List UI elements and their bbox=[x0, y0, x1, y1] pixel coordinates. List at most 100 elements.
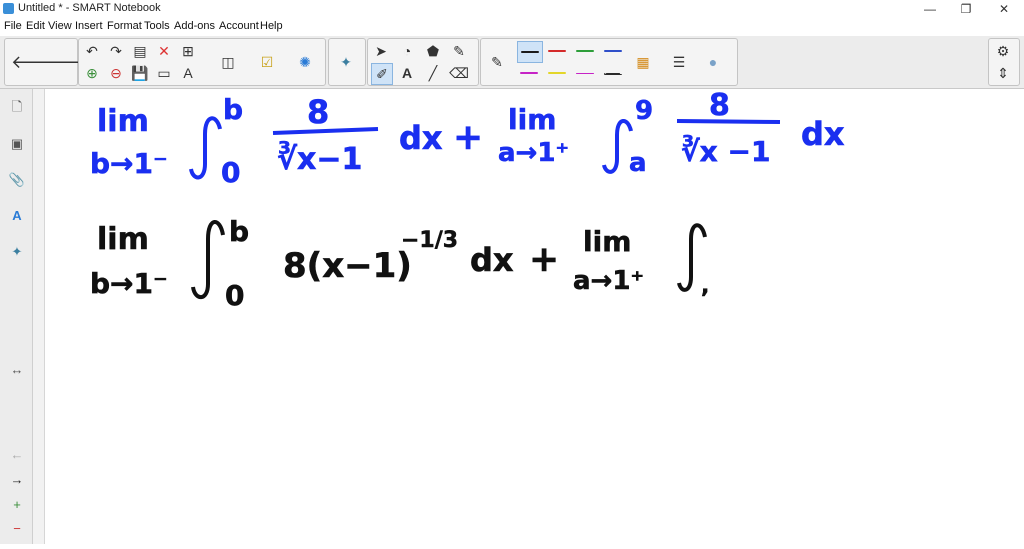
line1-denominator-1: ∛x−1 bbox=[277, 141, 362, 177]
line2-lim-1: lim bbox=[97, 222, 149, 257]
add-page-icon[interactable]: + bbox=[7, 495, 27, 515]
line1-int-upper-2: 9 bbox=[635, 96, 653, 126]
pen-properties-group: ✎ ▦ ☰ ● bbox=[480, 38, 738, 86]
menu-bar: File Edit View Insert Format Tools Add-o… bbox=[0, 18, 1024, 35]
pen-yellow-swatch bbox=[548, 72, 566, 74]
puzzle-icon[interactable]: ✦ bbox=[336, 52, 356, 72]
pen-black[interactable] bbox=[517, 41, 543, 63]
line1-int-lower-1: 0 bbox=[221, 156, 240, 189]
delete-page-icon[interactable]: − bbox=[7, 519, 27, 539]
pen-magenta[interactable] bbox=[517, 63, 541, 83]
line1-integral-2 bbox=[602, 119, 633, 174]
save-icon[interactable]: 💾 bbox=[130, 63, 150, 83]
line1-sub-1: b→1⁻ bbox=[90, 147, 168, 180]
pen-black-swatch bbox=[521, 51, 539, 53]
line2-plus: + bbox=[529, 239, 559, 280]
gallery-icon[interactable]: ▣ bbox=[7, 134, 27, 154]
pen-blue[interactable] bbox=[601, 41, 625, 61]
table-icon[interactable]: ⊞ bbox=[178, 41, 198, 61]
menu-account[interactable]: Account bbox=[219, 20, 259, 32]
next-page-button[interactable]: 🡒 bbox=[47, 52, 95, 72]
menu-insert[interactable]: Insert bbox=[75, 20, 103, 32]
menu-view[interactable]: View bbox=[48, 20, 72, 32]
menu-edit[interactable]: Edit bbox=[26, 20, 45, 32]
pen-green[interactable] bbox=[573, 41, 597, 61]
pen-type-icon[interactable]: ✎ bbox=[487, 52, 507, 72]
resize-sidebar-icon[interactable]: ↔ bbox=[7, 360, 27, 380]
pens-icon[interactable]: ✐ bbox=[371, 63, 393, 85]
eraser-icon[interactable]: ⌫ bbox=[449, 63, 469, 83]
menu-help[interactable]: Help bbox=[260, 20, 283, 32]
text-tool-icon[interactable]: A bbox=[397, 63, 417, 83]
tools-group: ➤ ◔ ⬟ ✎ ✐ A ╱ ⌫ bbox=[367, 38, 479, 86]
line1-fraction-bar-2 bbox=[676, 119, 781, 124]
document-camera-icon[interactable]: ◫ bbox=[218, 52, 238, 72]
window-title: Untitled * - SMART Notebook bbox=[18, 2, 161, 14]
line2-sub-2: a→1⁺ bbox=[573, 266, 644, 296]
addons-icon[interactable]: ✦ bbox=[7, 242, 27, 262]
color-palette-icon[interactable]: ▦ bbox=[633, 52, 653, 72]
pen-red[interactable] bbox=[545, 41, 569, 61]
line-tool-icon[interactable]: ╱ bbox=[423, 63, 443, 83]
line2-lim-2: lim bbox=[583, 225, 631, 258]
pen-green-swatch bbox=[576, 50, 594, 52]
select-arrow-icon[interactable]: ➤ bbox=[371, 41, 391, 61]
line2-body: 8(x−1) bbox=[283, 246, 412, 286]
pen-red-swatch bbox=[548, 50, 566, 52]
next-page-icon[interactable]: → bbox=[7, 470, 27, 490]
menu-file[interactable]: File bbox=[4, 20, 22, 32]
redo-button[interactable]: ↷ bbox=[106, 41, 126, 61]
pen-blue-swatch bbox=[604, 50, 622, 52]
expression-line-2: lim b→1⁻ b 0 8(x−1) −1/3 dx + lim a→1⁺ , bbox=[90, 215, 710, 313]
add-page-icon[interactable]: ⊕ bbox=[82, 63, 102, 83]
pen-dashed[interactable] bbox=[601, 63, 625, 83]
line2-exponent: −1/3 bbox=[401, 228, 458, 253]
text-format-icon[interactable]: A bbox=[178, 63, 198, 83]
attachments-icon[interactable]: 📎 bbox=[7, 170, 27, 190]
shapes-icon[interactable]: ◔ bbox=[397, 41, 417, 61]
minimize-button[interactable]: — bbox=[912, 0, 948, 18]
menu-tools[interactable]: Tools bbox=[144, 20, 170, 32]
previous-page-button[interactable]: 🡐 bbox=[11, 52, 59, 72]
fill-icon[interactable]: ⬟ bbox=[423, 41, 443, 61]
response-icon[interactable]: ☑ bbox=[257, 52, 277, 72]
fill-effects-icon[interactable]: ● bbox=[703, 52, 723, 72]
pen-yellow[interactable] bbox=[545, 63, 569, 83]
side-tab-bar: 🗋 ▣ 📎 A ✦ ↔ ← → + − bbox=[0, 89, 33, 544]
properties-icon[interactable]: A bbox=[7, 206, 27, 226]
magic-pen-icon[interactable]: ✎ bbox=[449, 41, 469, 61]
line1-lim-1: lim bbox=[97, 104, 149, 139]
line-style-icon[interactable]: ☰ bbox=[669, 52, 689, 72]
line2-int-upper-1: b bbox=[229, 215, 249, 248]
addon-creature-icon[interactable]: ✺ bbox=[295, 52, 315, 72]
menu-addons[interactable]: Add-ons bbox=[174, 20, 215, 32]
whiteboard-canvas[interactable]: lim b→1⁻ b 0 8 ∛x−1 dx + lim a→1⁺ 9 a 8 … bbox=[45, 88, 1024, 544]
page-sorter-icon[interactable]: 🗋 bbox=[7, 97, 27, 117]
screen-shade-icon[interactable]: ▭ bbox=[154, 63, 174, 83]
menu-format[interactable]: Format bbox=[107, 20, 142, 32]
close-button[interactable]: ✕ bbox=[986, 0, 1022, 18]
paste-icon[interactable]: ▤ bbox=[130, 41, 150, 61]
pen-magenta-swatch bbox=[520, 72, 538, 74]
previous-page-icon[interactable]: ← bbox=[7, 445, 27, 465]
delete-icon[interactable]: ✕ bbox=[154, 41, 174, 61]
line1-lim-2: lim bbox=[508, 103, 556, 136]
gear-icon[interactable]: ⚙ bbox=[993, 41, 1013, 61]
restore-button[interactable]: ❐ bbox=[948, 0, 984, 18]
delete-page-icon[interactable]: ⊖ bbox=[106, 63, 126, 83]
expression-line-1: lim b→1⁻ b 0 8 ∛x−1 dx + lim a→1⁺ 9 a 8 … bbox=[90, 88, 846, 190]
line1-numerator-2: 8 bbox=[709, 89, 730, 123]
settings-group: ⚙ ⇕ bbox=[988, 38, 1020, 86]
line1-plus: + bbox=[453, 117, 483, 158]
line1-numerator-1: 8 bbox=[307, 93, 329, 131]
line2-dx: dx bbox=[470, 241, 514, 279]
smart-notebook-app-icon bbox=[3, 3, 14, 14]
undo-button[interactable]: ↶ bbox=[82, 41, 102, 61]
vertical-scrollbar[interactable] bbox=[33, 89, 45, 544]
line2-int-lower-2: , bbox=[701, 274, 709, 299]
pen-magenta-thin[interactable] bbox=[573, 63, 597, 83]
title-bar: Untitled * - SMART Notebook — ❐ ✕ bbox=[0, 0, 1024, 18]
main-toolbar: 🡐 🡒 ↶ ↷ ▤ ✕ ⊞ ⊕ ⊖ 💾 ▭ A ◫ ☑ ✺ ✦ ➤ ◔ ⬟ ✎ … bbox=[0, 36, 1024, 89]
toolbar-move-icon[interactable]: ⇕ bbox=[993, 63, 1013, 83]
navigation-group: 🡐 🡒 bbox=[4, 38, 95, 86]
